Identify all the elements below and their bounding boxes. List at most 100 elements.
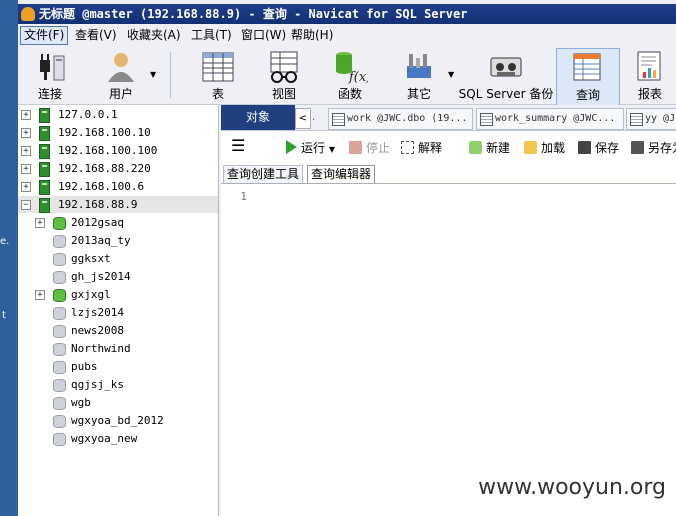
tools-icon: [407, 54, 431, 78]
tree-server-node[interactable]: + 192.168.88.220: [18, 160, 218, 177]
expand-icon[interactable]: +: [21, 164, 31, 174]
database-icon: [53, 379, 66, 392]
menu-window[interactable]: 窗口(W): [238, 27, 289, 44]
document-tabstrip: 对象 < . work @JWC.dbo (19... work_summary…: [221, 105, 676, 131]
grid-icon: [332, 113, 345, 126]
menu-bar: 文件(F) 查看(V) 收藏夹(A) 工具(T) 窗口(W) 帮助(H): [18, 26, 676, 45]
menu-view[interactable]: 查看(V): [72, 27, 120, 44]
tree-database-node[interactable]: wgb: [18, 394, 218, 411]
play-icon: [286, 140, 297, 154]
database-icon: [53, 307, 66, 320]
tree-database-node[interactable]: + gxjxgl: [18, 286, 218, 303]
new-button[interactable]: 新建: [469, 140, 510, 156]
database-icon: [53, 289, 66, 302]
database-icon: [53, 343, 66, 356]
query-button[interactable]: 查询: [556, 48, 620, 106]
expand-icon[interactable]: +: [21, 146, 31, 156]
expand-icon[interactable]: +: [21, 110, 31, 120]
database-label: pubs: [71, 360, 98, 373]
database-icon: [53, 253, 66, 266]
window-title: 无标题 @master (192.168.88.9) - 查询 - Navica…: [39, 7, 468, 21]
tree-database-node[interactable]: pubs: [18, 358, 218, 375]
save-label: 保存: [595, 141, 620, 155]
sqlserver-backup-label: SQL Server 备份: [458, 87, 554, 101]
database-label: 2013aq_ty: [71, 234, 131, 247]
user-dropdown-icon[interactable]: ▼: [150, 70, 156, 79]
tab-scroll-left-button[interactable]: <: [295, 108, 311, 129]
load-button[interactable]: 加载: [524, 140, 565, 156]
tree-database-node[interactable]: news2008: [18, 322, 218, 339]
tree-database-node[interactable]: gh_js2014: [18, 268, 218, 285]
function-button[interactable]: f(x) 函数: [328, 48, 372, 104]
collapse-icon[interactable]: −: [21, 200, 31, 210]
database-label: Northwind: [71, 342, 131, 355]
tree-database-node[interactable]: wgxyoa_new: [18, 430, 218, 447]
expand-icon[interactable]: +: [35, 290, 45, 300]
expand-icon[interactable]: +: [35, 218, 45, 228]
user-button[interactable]: 用户: [98, 48, 144, 104]
database-icon: [53, 415, 66, 428]
explain-button[interactable]: 解释: [401, 140, 442, 156]
tab-query-builder[interactable]: 查询创建工具: [223, 165, 304, 183]
tab-document[interactable]: work @JWC.dbo (19...: [328, 108, 473, 130]
tree-database-node[interactable]: wgxyoa_bd_2012: [18, 412, 218, 429]
tab-objects[interactable]: 对象: [221, 105, 295, 130]
explain-icon: [401, 141, 414, 154]
save-button[interactable]: 保存: [578, 140, 619, 156]
database-label: qgjsj_ks: [71, 378, 124, 391]
tab-query-editor[interactable]: 查询编辑器: [307, 165, 376, 183]
query-workspace: 对象 < . work @JWC.dbo (19... work_summary…: [221, 105, 676, 516]
run-label: 运行: [301, 141, 326, 155]
expand-icon[interactable]: +: [21, 182, 31, 192]
tree-database-node[interactable]: Northwind: [18, 340, 218, 357]
run-dropdown-icon[interactable]: ▼: [329, 145, 335, 154]
database-label: wgxyoa_bd_2012: [71, 414, 164, 427]
tree-database-node[interactable]: 2013aq_ty: [18, 232, 218, 249]
tab-document-label: yy @J: [645, 113, 676, 124]
sql-editor[interactable]: 1: [221, 184, 676, 516]
sqlserver-backup-button[interactable]: SQL Server 备份: [458, 48, 554, 104]
other-dropdown-icon[interactable]: ▼: [448, 70, 454, 79]
tree-database-node[interactable]: + 2012gsaq: [18, 214, 218, 231]
server-icon: [39, 180, 50, 195]
run-button[interactable]: 运行 ▼: [286, 140, 335, 158]
explain-label: 解释: [418, 141, 443, 155]
view-button[interactable]: 视图: [262, 48, 306, 104]
menu-file[interactable]: 文件(F): [20, 26, 69, 45]
user-label: 用户: [108, 87, 133, 101]
floppy-disk-icon: [578, 141, 591, 154]
tree-database-node[interactable]: qgjsj_ks: [18, 376, 218, 393]
server-icon: [39, 144, 50, 159]
other-button[interactable]: 其它: [396, 48, 442, 104]
tab-document[interactable]: work_summary @JWC...: [476, 108, 624, 130]
tape-backup-icon: [490, 57, 522, 77]
load-label: 加载: [541, 141, 566, 155]
server-label: 127.0.0.1: [58, 108, 118, 121]
menu-favorites[interactable]: 收藏夹(A): [124, 27, 184, 44]
folder-icon: [524, 141, 537, 154]
main-toolbar: 连接 用户 ▼ 表 视图 f(x): [18, 46, 676, 106]
tree-server-node[interactable]: + 127.0.0.1: [18, 106, 218, 123]
report-button[interactable]: 报表: [628, 48, 672, 104]
menu-help[interactable]: 帮助(H): [288, 27, 336, 44]
query-label: 查询: [575, 88, 600, 102]
tree-server-node-selected[interactable]: − 192.168.88.9: [18, 196, 218, 213]
tree-server-node[interactable]: + 192.168.100.10: [18, 124, 218, 141]
server-icon: [39, 198, 50, 213]
tree-database-node[interactable]: lzjs2014: [18, 304, 218, 321]
tree-server-node[interactable]: + 192.168.100.100: [18, 142, 218, 159]
navicat-window: 无标题 @master (192.168.88.9) - 查询 - Navica…: [18, 0, 676, 516]
hamburger-menu-icon[interactable]: ☰: [231, 138, 245, 154]
tree-server-node[interactable]: + 192.168.100.6: [18, 178, 218, 195]
database-label: gxjxgl: [71, 288, 111, 301]
menu-tools[interactable]: 工具(T): [188, 27, 235, 44]
tree-database-node[interactable]: ggksxt: [18, 250, 218, 267]
expand-icon[interactable]: +: [21, 128, 31, 138]
save-as-button[interactable]: 另存为: [631, 140, 676, 156]
connect-button[interactable]: 连接: [28, 48, 72, 104]
table-button[interactable]: 表: [196, 48, 240, 104]
desktop-fragment: e.: [0, 236, 10, 247]
tab-document[interactable]: yy @J: [626, 108, 676, 130]
stop-button[interactable]: 停止: [349, 140, 390, 156]
line-number: 1: [240, 190, 247, 203]
